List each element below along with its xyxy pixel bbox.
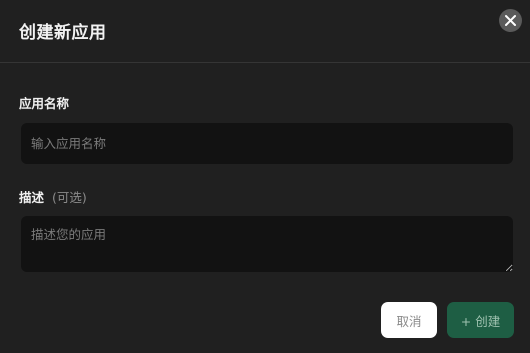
- optional-hint: (可选): [52, 190, 87, 205]
- description-label-text: 描述: [19, 190, 45, 205]
- app-name-label: 应用名称: [19, 93, 69, 112]
- dialog-header: 创建新应用: [0, 0, 530, 63]
- description-textarea[interactable]: [21, 216, 513, 272]
- app-name-label-text: 应用名称: [19, 96, 70, 111]
- create-button[interactable]: + 创建: [447, 302, 514, 338]
- app-name-input[interactable]: [21, 123, 513, 164]
- create-app-dialog: 创建新应用 应用名称 描述 (可选) 取消 + 创建: [0, 0, 530, 353]
- close-button[interactable]: [499, 9, 522, 32]
- cancel-button[interactable]: 取消: [381, 302, 437, 338]
- dialog-title: 创建新应用: [19, 23, 107, 43]
- description-label: 描述 (可选): [19, 187, 87, 206]
- close-icon: [505, 15, 516, 26]
